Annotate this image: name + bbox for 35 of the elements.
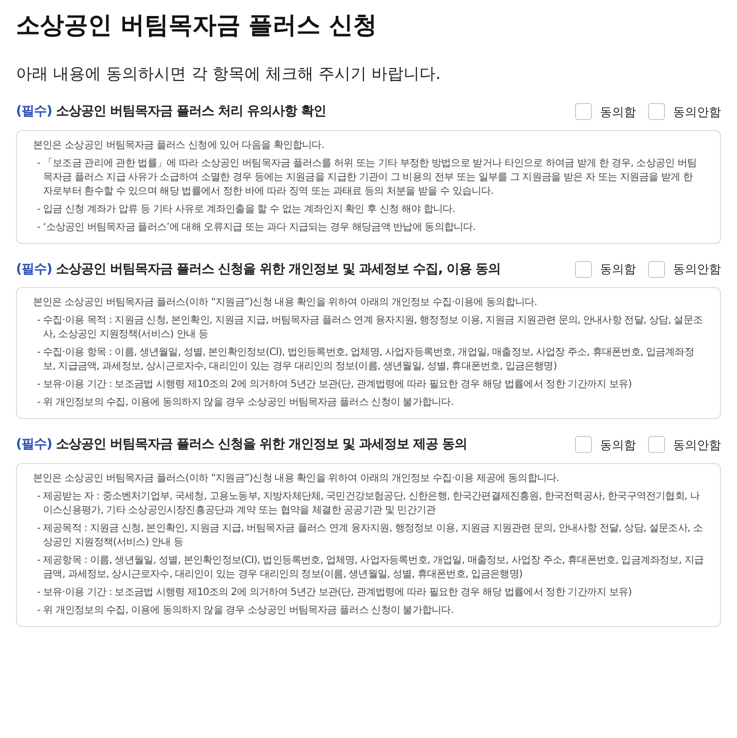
page-title: 소상공인 버팀목자금 플러스 신청 <box>16 10 378 41</box>
section-heading: 소상공인 버팀목자금 플러스 신청을 위한 개인정보 및 과세정보 수집, 이용 동의 <box>56 262 501 276</box>
checkbox[interactable] <box>575 103 592 120</box>
checkbox[interactable] <box>648 260 665 278</box>
terms-item: - ‘소상공인 버팀목자금 플러스’에 대해 오류지급 또는 과다 지급되는 경우 해당금액 반납에 동의합니다. <box>36 220 476 234</box>
terms-item: - 보유·이용 기간 : 보조금법 시행령 제10조의 2에 의거하여 5년간 보관(단, 관계법령에 따라 필요한 경우 해당 법률에서 정한 기간까지 보유) <box>36 378 633 392</box>
checkbox-label: 동의함 <box>600 436 636 454</box>
section-heading: 소상공인 버팀목자금 플러스 처리 유의사항 확인 <box>56 104 326 119</box>
checkbox[interactable] <box>648 103 665 120</box>
checkbox-label: 동의함 <box>600 261 636 278</box>
required-label: (필수) <box>16 104 52 119</box>
checkbox-label: 동의안함 <box>673 436 721 454</box>
terms-item: - 위 개인정보의 수집, 이용에 동의하지 않을 경우 소상공인 버팀목자금 플러스 신청이 불가합니다. <box>36 604 455 618</box>
terms-item: - 제공받는 자 : 중소벤처기업부, 국세청, 고용노동부, 지방자체단체, 국민건강보험공단, 신한은행, 한국간편결제진흥원, 한국전력공사, 한국구역전기협회, 나이스신용평가, 기타 소상공인시장진흥공단과 계약 또는 협약을 체결한 공공기관 및 민간기관 <box>36 490 701 518</box>
terms-item: - 수집·이용 항목 : 이름, 생년월일, 성별, 본인확인정보(CI), 법인등록번호, 업체명, 사업자등록번호, 개업일, 매출정보, 사업장 주소, 휴대폰번호, 입금계좌정보, 지급금액, 과세정보, 상시근로자수, 대리인이 있는 경우 대리인의 정보(이름, 생년월일, 성별, 휴대폰번호, 입금은행명) <box>36 346 695 374</box>
checkbox[interactable] <box>648 436 665 454</box>
terms-intro: 본인은 소상공인 버팀목자금 플러스(이하 “지원금”)신청 내용 확인을 위하여 아래의 개인정보 수집·이용 제공에 동의합니다. <box>33 472 560 486</box>
checkbox-label: 동의함 <box>600 104 636 121</box>
required-label: (필수) <box>16 437 52 452</box>
terms-item: - 제공목적 : 지원금 신청, 본인확인, 지원금 지급, 버팀목자금 플러스 연계 융자지원, 행정정보 이용, 지원금 지원관련 문의, 안내사항 전달, 상담, 설문조사, 소상공인 지원정책(서비스) 안내 등 <box>36 522 704 550</box>
page-subtitle: 아래 내용에 동의하시면 각 항목에 체크해 주시기 바랍니다. <box>16 63 442 85</box>
terms-item: - 「보조금 관리에 관한 법률」에 따라 소상공인 버팀목자금 플러스를 허위 또는 기타 부정한 방법으로 받거나 타인으로 하여금 받게 한 경우, 소상공인 버팀목자금 플러스 지급 사유가 소급하여 소멸한 경우 등에는 지원금을 지급한 기관이 그 비용의 전부 또는 일부를 그 지원금을 받은 자 또는 지원금을 받게 한 자로부터 환수할 수 있으며 해당 법률에서 정한 바에 따라 징역 또는 과태료 등의 처분을 받을 수 있습니다. <box>36 156 698 198</box>
terms-item: - 수집·이용 목적 : 지원금 신청, 본인확인, 지원금 지급, 버팀목자금 플러스 연계 융자지원, 행정정보 이용, 지원금 지원관련 문의, 안내사항 전달, 상담, 설문조사, 소상공인 지원정책(서비스) 안내 등 <box>36 314 704 342</box>
terms-item: - 제공항목 : 이름, 생년월일, 성별, 본인확인정보(CI), 법인등록번호, 업체명, 사업자등록번호, 개업일, 매출정보, 사업장 주소, 휴대폰번호, 입금계좌정보, 지급금액, 과세정보, 상시근로자수, 대리인이 있는 경우 대리인의 정보(이름, 생년월일, 성별, 휴대폰번호, 입금은행명) <box>36 554 704 582</box>
terms-item: - 위 개인정보의 수집, 이용에 동의하지 않을 경우 소상공인 버팀목자금 플러스 신청이 불가합니다. <box>36 396 455 410</box>
terms-item: - 보유·이용 기간 : 보조금법 시행령 제10조의 2에 의거하여 5년간 보관(단, 관계법령에 따라 필요한 경우 해당 법률에서 정한 기간까지 보유) <box>36 586 633 600</box>
terms-item: - 입금 신청 계좌가 압류 등 기타 사유로 계좌인출을 할 수 없는 계좌인지 확인 후 신청 해야 합니다. <box>36 202 456 216</box>
terms-intro: 본인은 소상공인 버팀목자금 플러스 신청에 있어 다음을 확인합니다. <box>33 138 326 152</box>
section-heading: 소상공인 버팀목자금 플러스 신청을 위한 개인정보 및 과세정보 제공 동의 <box>56 437 468 452</box>
checkbox[interactable] <box>575 260 592 278</box>
required-label: (필수) <box>16 262 52 276</box>
checkbox-label: 동의안함 <box>673 261 721 278</box>
checkbox-label: 동의안함 <box>673 104 721 121</box>
terms-intro: 본인은 소상공인 버팀목자금 플러스(이하 “지원금”)신청 내용 확인을 위하여 아래의 개인정보 수집·이용에 동의합니다. <box>33 296 538 310</box>
checkbox[interactable] <box>575 436 592 454</box>
